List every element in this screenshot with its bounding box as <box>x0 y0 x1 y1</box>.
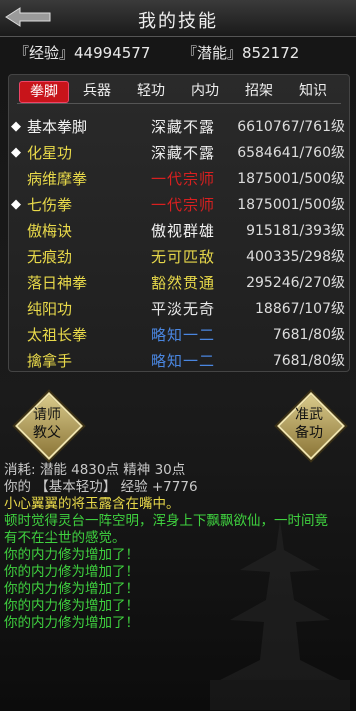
prepare-skill-button[interactable]: 准武 备功 <box>277 392 345 460</box>
skill-name: 太祖长拳 <box>27 326 88 344</box>
skill-name: 无痕劲 <box>27 248 73 266</box>
skill-level-title: 无可匹敌 <box>151 248 216 266</box>
tab-bingqi[interactable]: 兵器 <box>73 81 121 101</box>
skill-row[interactable]: 落日神拳 豁然贯通 295246/270级 <box>9 271 349 295</box>
log-line: 你的内力修为增加了！ <box>4 547 139 563</box>
log-line: 你的内力修为增加了！ <box>4 615 139 631</box>
log-line: 小心翼翼的将玉露含在嘴中。 <box>4 496 180 512</box>
stats-bar: 『经验』44994577 『潜能』852172 <box>14 42 346 64</box>
top-bar: 我的技能 <box>0 0 356 37</box>
tab-qinggong[interactable]: 轻功 <box>127 81 175 101</box>
prepare-skill-label: 准武 备功 <box>278 406 340 442</box>
page-title: 我的技能 <box>138 11 218 32</box>
skills-panel: 拳脚 兵器 轻功 内功 招架 知识 ◆ 基本拳脚 深藏不露 6610767/761级 ◆… <box>8 74 350 372</box>
exp-label: 『经验』 <box>14 44 75 62</box>
skill-row[interactable]: ◆ 七伤拳 一代宗师 1875001/500级 <box>9 193 349 217</box>
prepare-skill-line1: 准武 <box>295 407 323 423</box>
log-line: 消耗: 潜能 4830点 精神 30点 <box>4 462 186 478</box>
tab-quanjiao[interactable]: 拳脚 <box>19 81 69 103</box>
skill-level-title: 一代宗师 <box>151 170 216 188</box>
tab-zhaojia[interactable]: 招架 <box>235 81 283 101</box>
skill-name: 纯阳功 <box>27 300 73 318</box>
skill-name: 基本拳脚 <box>27 118 88 136</box>
skill-row[interactable]: ◆ 化星功 深藏不露 6584641/760级 <box>9 141 349 165</box>
skill-level-title: 略知一二 <box>151 326 216 344</box>
skill-name: 病维摩拳 <box>27 170 88 188</box>
skill-row[interactable]: 傲梅诀 傲视群雄 915181/393级 <box>9 219 349 243</box>
skills-screen: 我的技能 『经验』44994577 『潜能』852172 拳脚 兵器 轻功 内功… <box>0 0 356 711</box>
skill-progress: 400335/298级 <box>246 249 345 265</box>
skill-level-title: 一代宗师 <box>151 196 216 214</box>
skill-name: 擒拿手 <box>27 352 73 370</box>
skill-list: ◆ 基本拳脚 深藏不露 6610767/761级 ◆ 化星功 深藏不露 6584641/760… <box>9 115 349 371</box>
tab-neigong[interactable]: 内功 <box>181 81 229 101</box>
skill-progress: 7681/80级 <box>272 327 345 343</box>
log-line: 顿时觉得灵台一阵空明，浑身上下飘飘欲仙，一时间竟 <box>4 513 328 529</box>
potential-stat: 『潜能』852172 <box>182 42 299 63</box>
skill-level-title: 深藏不露 <box>151 118 216 136</box>
skill-name: 傲梅诀 <box>27 222 73 240</box>
ask-master-line1: 请师 <box>33 407 61 423</box>
skill-level-title: 傲视群雄 <box>151 222 216 240</box>
skill-row[interactable]: 纯阳功 平淡无奇 18867/107级 <box>9 297 349 321</box>
skill-level-title: 豁然贯通 <box>151 274 216 292</box>
skill-row[interactable]: 病维摩拳 一代宗师 1875001/500级 <box>9 167 349 191</box>
ask-master-label: 请师 教父 <box>16 406 78 442</box>
log-line: 你的 【基本轻功】 经验 +7776 <box>4 479 198 495</box>
potential-label: 『潜能』 <box>182 44 243 62</box>
skill-progress: 915181/393级 <box>246 223 345 239</box>
log-line: 你的内力修为增加了！ <box>4 564 139 580</box>
skill-progress: 295246/270级 <box>246 275 345 291</box>
log-line: 有不在尘世的感觉。 <box>4 530 126 546</box>
exp-stat: 『经验』44994577 <box>14 42 150 63</box>
skill-level-title: 略知一二 <box>151 352 216 370</box>
category-tabs: 拳脚 兵器 轻功 内功 招架 知识 <box>17 79 341 104</box>
exp-value: 44994577 <box>74 44 151 62</box>
skill-row[interactable]: 无痕劲 无可匹敌 400335/298级 <box>9 245 349 269</box>
skill-progress: 1875001/500级 <box>237 171 345 187</box>
ask-master-line2: 教父 <box>33 425 61 441</box>
skill-progress: 7681/80级 <box>272 353 345 369</box>
skill-name: 化星功 <box>27 144 73 162</box>
skill-name: 落日神拳 <box>27 274 88 292</box>
skill-level-title: 平淡无奇 <box>151 300 216 318</box>
skill-level-title: 深藏不露 <box>151 144 216 162</box>
skill-name: 七伤拳 <box>27 196 73 214</box>
skill-progress: 1875001/500级 <box>237 197 345 213</box>
tab-zhishi[interactable]: 知识 <box>289 81 337 101</box>
message-log: 消耗: 潜能 4830点 精神 30点 你的 【基本轻功】 经验 +7776 小心翼… <box>4 462 354 632</box>
skill-progress: 6584641/760级 <box>237 145 345 161</box>
skill-progress: 18867/107级 <box>255 301 345 317</box>
ask-master-button[interactable]: 请师 教父 <box>15 392 83 460</box>
skill-row[interactable]: 擒拿手 略知一二 7681/80级 <box>9 349 349 371</box>
log-line: 你的内力修为增加了！ <box>4 598 139 614</box>
log-line: 你的内力修为增加了！ <box>4 581 139 597</box>
skill-row[interactable]: ◆ 基本拳脚 深藏不露 6610767/761级 <box>9 115 349 139</box>
skill-progress: 6610767/761级 <box>237 119 345 135</box>
equipped-marker-icon: ◆ <box>11 145 21 160</box>
prepare-skill-line2: 备功 <box>295 425 323 441</box>
equipped-marker-icon: ◆ <box>11 119 21 134</box>
skill-row[interactable]: 太祖长拳 略知一二 7681/80级 <box>9 323 349 347</box>
equipped-marker-icon: ◆ <box>11 197 21 212</box>
potential-value: 852172 <box>242 44 300 62</box>
